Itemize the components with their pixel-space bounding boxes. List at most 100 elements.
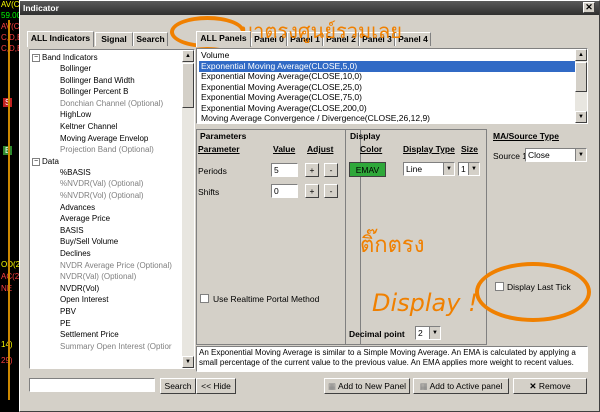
tree-item[interactable]: Keltner Channel bbox=[60, 121, 117, 132]
tree-item[interactable]: Moving Average Envelop bbox=[60, 133, 148, 144]
periods-plus-button[interactable]: + bbox=[305, 163, 319, 177]
button-label: Remove bbox=[538, 381, 571, 391]
tree-item[interactable]: Average Price bbox=[60, 213, 110, 224]
remove-button[interactable]: ✕ Remove bbox=[513, 378, 587, 394]
tree-item[interactable]: BASIS bbox=[60, 225, 84, 236]
tab-search[interactable]: Search bbox=[133, 32, 168, 46]
indicator-list-item[interactable]: Exponential Moving Average(CLOSE,5,0) bbox=[199, 60, 575, 72]
indicator-tree[interactable]: − Band Indicators Bollinger Bollinger Band … bbox=[29, 49, 195, 369]
scroll-down-arrow[interactable]: ▼ bbox=[182, 356, 194, 368]
size-select[interactable]: 1 ▼ bbox=[458, 162, 480, 176]
tab-label: ALL Panels bbox=[200, 33, 247, 43]
col-value: Value bbox=[273, 144, 296, 154]
list-scrollbar[interactable]: ▲ ▼ bbox=[575, 49, 587, 123]
display-type-value: Line bbox=[406, 164, 423, 174]
chevron-down-icon: ▼ bbox=[575, 149, 586, 161]
tree-item[interactable]: Open Interest bbox=[60, 294, 108, 305]
tree-item[interactable]: NVDR(Vol) bbox=[60, 283, 99, 294]
color-swatch-button[interactable]: EMAV bbox=[349, 162, 386, 177]
annotation-circle bbox=[475, 262, 591, 322]
hide-button[interactable]: << Hide bbox=[196, 378, 236, 394]
tree-item[interactable]: Bollinger Band Width bbox=[60, 75, 135, 86]
tree-group[interactable]: − Band Indicators bbox=[32, 52, 98, 63]
scroll-up-arrow[interactable]: ▲ bbox=[575, 49, 587, 61]
search-input[interactable] bbox=[29, 378, 155, 392]
chevron-down-icon: ▼ bbox=[468, 163, 479, 175]
col-color: Color bbox=[360, 144, 383, 154]
search-button[interactable]: Search bbox=[160, 378, 196, 394]
decimal-point-label: Decimal point bbox=[349, 329, 405, 339]
shifts-plus-button[interactable]: + bbox=[305, 184, 319, 198]
plus-icon: + bbox=[309, 186, 315, 196]
dialog-titlebar: Indicator ✕ bbox=[20, 1, 599, 15]
param-periods-label: Periods bbox=[198, 166, 227, 176]
tree-item[interactable]: Declines bbox=[60, 248, 91, 259]
tree-item[interactable]: Buy/Sell Volume bbox=[60, 236, 118, 247]
button-label: Add to Active panel bbox=[429, 381, 503, 391]
chevron-up-icon: ▲ bbox=[185, 53, 191, 59]
indicator-list-item[interactable]: Volume bbox=[199, 50, 575, 61]
tree-item[interactable]: NVDR(Val) (Optional) bbox=[60, 271, 136, 282]
add-to-new-panel-button[interactable]: ▦ Add to New Panel bbox=[324, 378, 410, 394]
periods-minus-button[interactable]: - bbox=[324, 163, 338, 177]
bg-label: NE bbox=[1, 284, 13, 293]
tree-item[interactable]: %NVDR(Vol) (Optional) bbox=[60, 190, 144, 201]
col-display-type: Display Type bbox=[403, 144, 455, 154]
collapse-icon[interactable]: − bbox=[32, 53, 40, 62]
param-shifts-label: Shifts bbox=[198, 187, 220, 197]
tree-item[interactable]: Bollinger bbox=[60, 63, 91, 74]
button-label: Search bbox=[164, 381, 192, 391]
scroll-up-arrow[interactable]: ▲ bbox=[182, 50, 194, 62]
shifts-input[interactable]: 0 bbox=[271, 184, 298, 198]
parameters-group bbox=[196, 129, 361, 345]
chevron-down-icon: ▼ bbox=[429, 327, 440, 339]
periods-input[interactable]: 5 bbox=[271, 163, 298, 177]
add-panel-icon: ▦ bbox=[419, 381, 430, 391]
tree-item[interactable]: PBV bbox=[60, 306, 76, 317]
tree-item[interactable]: Bollinger Percent B bbox=[60, 86, 128, 97]
tree-item[interactable]: PE bbox=[60, 318, 71, 329]
tree-item[interactable]: %NVDR(Val) (Optional) bbox=[60, 178, 143, 189]
realtime-label: Use Realtime Portal Method bbox=[213, 294, 320, 304]
tree-item[interactable]: %BASIS bbox=[60, 167, 91, 178]
minus-icon: - bbox=[329, 165, 333, 175]
button-label: << Hide bbox=[201, 381, 231, 391]
shifts-value: 0 bbox=[274, 186, 279, 196]
col-adjust: Adjust bbox=[307, 144, 334, 154]
shifts-minus-button[interactable]: - bbox=[324, 184, 338, 198]
tab-all-indicators[interactable]: ALL Indicators bbox=[27, 31, 94, 47]
tab-signal[interactable]: Signal bbox=[95, 32, 133, 46]
indicator-list-item[interactable]: Moving Average Convergence / Divergence(… bbox=[199, 113, 575, 124]
tree-item[interactable]: HighLow bbox=[60, 109, 91, 120]
scroll-thumb[interactable] bbox=[182, 63, 194, 108]
decimal-point-select[interactable]: 2 ▼ bbox=[415, 326, 441, 340]
realtime-checkbox[interactable] bbox=[200, 294, 209, 303]
add-to-active-panel-button[interactable]: ▦ Add to Active panel bbox=[413, 378, 509, 394]
close-icon: ✕ bbox=[585, 2, 593, 12]
decimal-point-value: 2 bbox=[418, 328, 423, 338]
display-title: Display bbox=[350, 131, 381, 141]
tree-item[interactable]: Projection Band (Optional) bbox=[60, 144, 154, 155]
scroll-thumb[interactable] bbox=[575, 62, 587, 92]
tree-item[interactable]: Advances bbox=[60, 202, 95, 213]
tree-group[interactable]: − Data bbox=[32, 156, 59, 167]
tree-item[interactable]: NVDR Average Price (Optional) bbox=[60, 260, 172, 271]
indicator-list[interactable]: Volume Exponential Moving Average(CLOSE,5… bbox=[196, 48, 588, 124]
indicator-list-item[interactable]: Exponential Moving Average(CLOSE,10,0) bbox=[199, 71, 575, 82]
tree-item[interactable]: Donchian Channel (Optional) bbox=[60, 98, 163, 109]
tree-item[interactable]: Settlement Price bbox=[60, 329, 119, 340]
indicator-list-item[interactable]: Exponential Moving Average(CLOSE,75,0) bbox=[199, 92, 575, 103]
tree-item[interactable]: Summary Open Interest (Optior bbox=[60, 341, 172, 352]
source-select[interactable]: Close ▼ bbox=[525, 148, 587, 162]
display-type-select[interactable]: Line ▼ bbox=[403, 162, 455, 176]
tab-all-panels[interactable]: ALL Panels bbox=[196, 31, 251, 47]
col-size: Size bbox=[461, 144, 479, 154]
scroll-down-arrow[interactable]: ▼ bbox=[575, 111, 587, 123]
indicator-list-item[interactable]: Exponential Moving Average(CLOSE,25,0) bbox=[199, 82, 575, 93]
tab-label: Panel 4 bbox=[398, 34, 428, 44]
collapse-icon[interactable]: − bbox=[32, 157, 40, 166]
close-button[interactable]: ✕ bbox=[583, 2, 595, 13]
tree-scrollbar[interactable]: ▲ ▼ bbox=[182, 50, 194, 368]
indicator-list-item[interactable]: Exponential Moving Average(CLOSE,200,0) bbox=[199, 103, 575, 114]
col-parameter: Parameter bbox=[198, 144, 240, 154]
